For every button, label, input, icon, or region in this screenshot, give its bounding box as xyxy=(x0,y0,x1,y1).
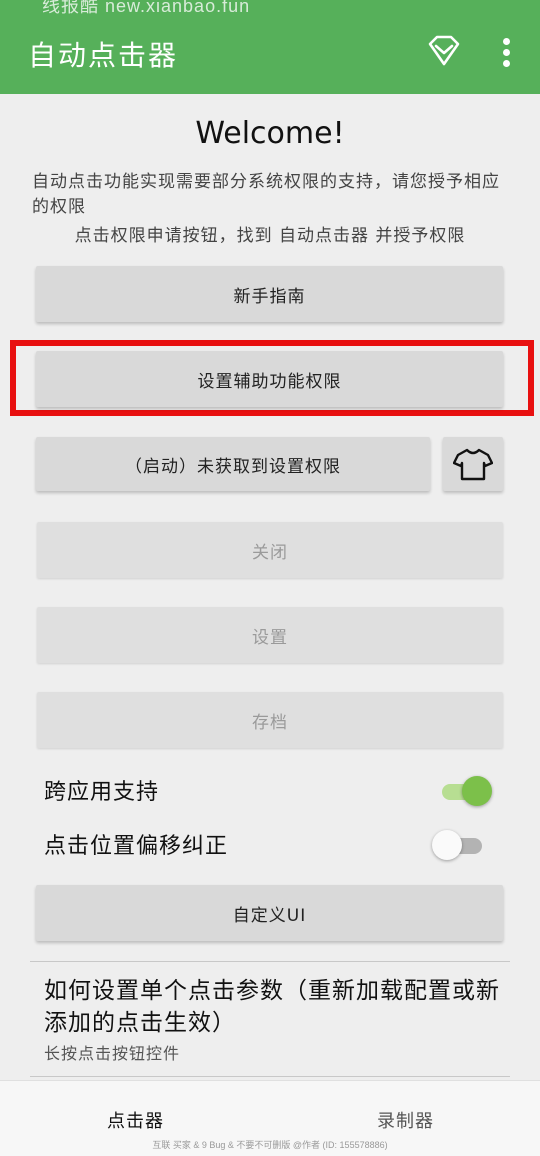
divider xyxy=(30,1076,510,1077)
status-bar-text: 线报酷 new.xianbao.fun xyxy=(42,0,251,16)
welcome-heading: Welcome! xyxy=(195,116,345,151)
switch-thumb xyxy=(462,776,492,806)
toggle-row-cross-app: 跨应用支持 xyxy=(0,770,540,810)
offset-correction-switch[interactable] xyxy=(432,830,492,860)
divider xyxy=(30,961,510,962)
diamond-icon[interactable] xyxy=(424,33,464,69)
accessibility-permission-button[interactable]: 设置辅助功能权限 xyxy=(36,351,503,407)
settings-button[interactable]: 设置 xyxy=(37,607,503,663)
shirt-button[interactable] xyxy=(443,437,503,491)
start-button[interactable]: （启动）未获取到设置权限 xyxy=(36,437,430,491)
cross-app-switch[interactable] xyxy=(436,776,492,806)
permission-description: 自动点击功能实现需要部分系统权限的支持，请您授予相应的权限 xyxy=(32,172,500,217)
app-title: 自动点击器 xyxy=(28,39,179,72)
cross-app-label: 跨应用支持 xyxy=(44,780,160,805)
save-button[interactable]: 存档 xyxy=(37,692,503,748)
howto-title[interactable]: 如何设置单个点击参数（重新加载配置或新添加的点击生效） xyxy=(44,975,504,1039)
offset-correction-label: 点击位置偏移纠正 xyxy=(44,834,229,859)
nav-tab-clicker[interactable]: 点击器 xyxy=(107,1107,164,1133)
howto-subtitle: 长按点击按钮控件 xyxy=(44,1044,181,1063)
switch-thumb xyxy=(432,830,462,860)
app-bar: 线报酷 new.xianbao.fun 自动点击器 xyxy=(0,0,540,94)
permission-hint: 点击权限申请按钮，找到 自动点击器 并授予权限 xyxy=(74,226,466,246)
watermark-text: 互联 买家 & 9 Bug & 不要不可删版 @作者 (ID: 15557888… xyxy=(152,1140,388,1150)
toggle-row-offset-correction: 点击位置偏移纠正 xyxy=(0,824,540,864)
shirt-icon xyxy=(453,448,493,481)
nav-tab-recorder[interactable]: 录制器 xyxy=(377,1107,434,1133)
more-vert-icon[interactable] xyxy=(496,34,518,70)
close-button[interactable]: 关闭 xyxy=(37,522,503,578)
custom-ui-button[interactable]: 自定义UI xyxy=(36,885,503,941)
guide-button[interactable]: 新手指南 xyxy=(36,266,503,322)
